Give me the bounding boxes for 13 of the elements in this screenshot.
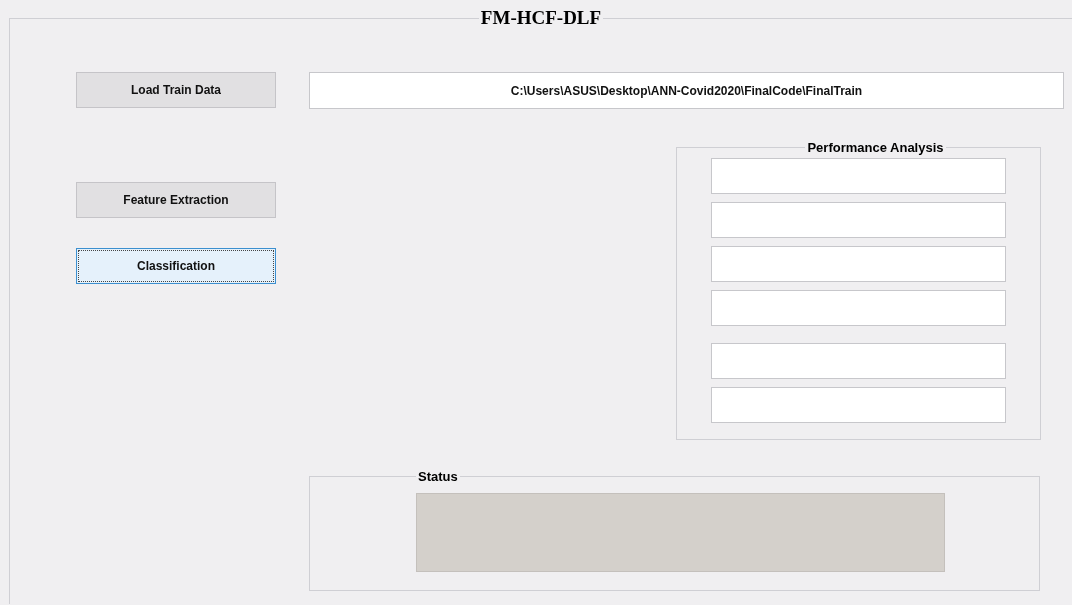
window-title: FM-HCF-DLF — [479, 7, 603, 29]
action-button[interactable]: Load Train Data — [76, 72, 276, 108]
panel-title: Status — [417, 469, 459, 484]
action-button[interactable]: Feature Extraction — [76, 182, 276, 218]
result-field[interactable] — [711, 158, 1006, 194]
result-field[interactable] — [711, 246, 1006, 282]
result-field[interactable] — [711, 387, 1006, 423]
result-field[interactable] — [711, 343, 1006, 379]
result-field[interactable] — [711, 202, 1006, 238]
panel-title: Performance Analysis — [806, 140, 945, 155]
action-button[interactable]: Classification — [76, 248, 276, 284]
result-field[interactable] — [711, 290, 1006, 326]
path-field[interactable]: C:\Users\ASUS\Desktop\ANN-Covid2020\FinalCode\FinalTrain — [309, 72, 1064, 109]
